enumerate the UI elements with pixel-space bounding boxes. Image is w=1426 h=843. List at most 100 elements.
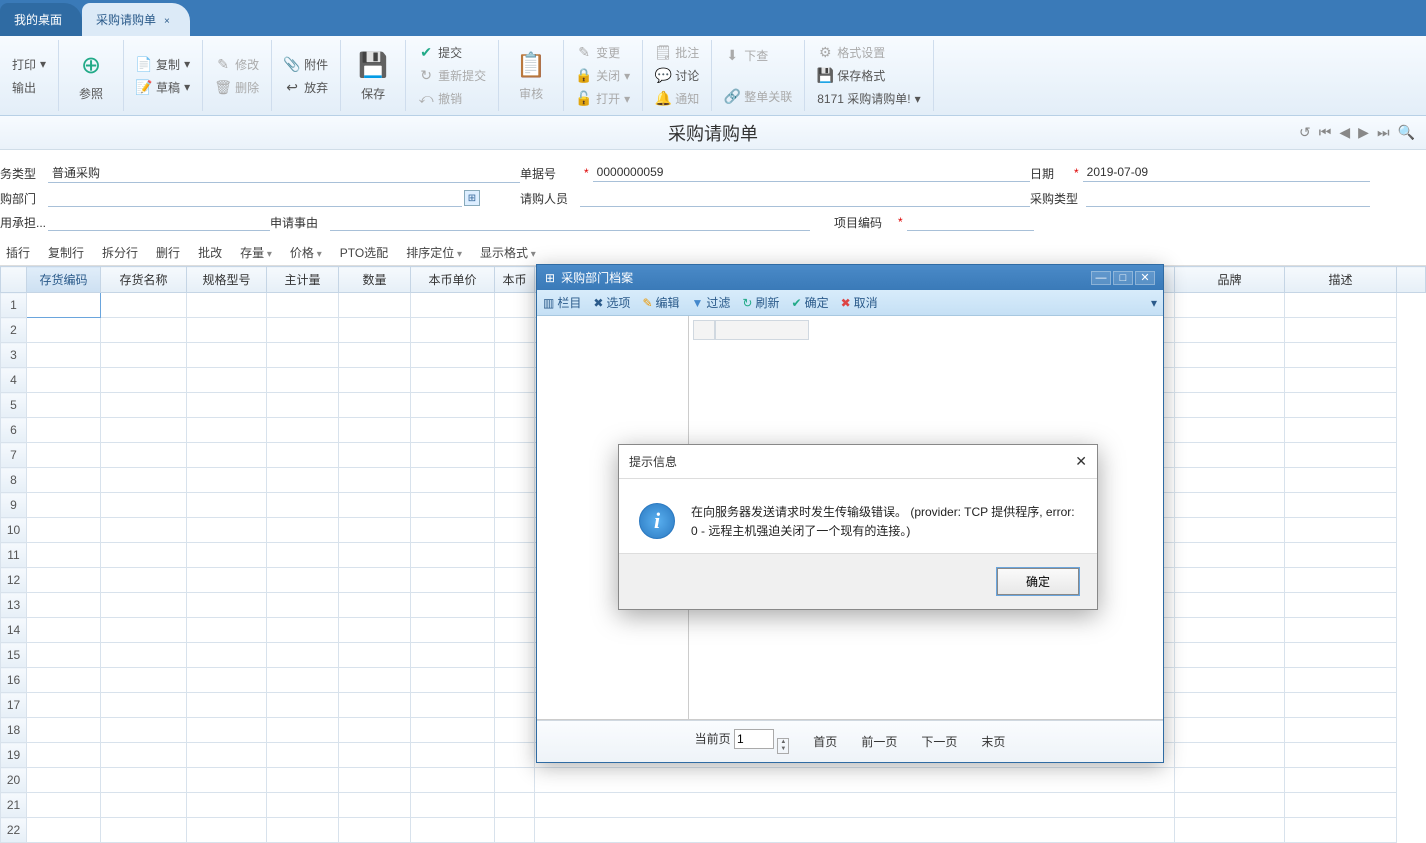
grid-cell[interactable] — [101, 343, 187, 368]
abandon-button[interactable]: ↩放弃 — [280, 77, 332, 98]
grid-cell[interactable] — [267, 293, 339, 318]
grid-cell[interactable] — [1175, 368, 1285, 393]
grid-cell[interactable] — [187, 493, 267, 518]
grid-cell[interactable] — [187, 668, 267, 693]
open-button[interactable]: 🔓打开 ▾ — [572, 88, 634, 109]
grid-cell[interactable] — [101, 393, 187, 418]
grid-header[interactable]: 存货名称 — [101, 267, 187, 293]
grid-cell[interactable] — [495, 743, 535, 768]
grid-cell[interactable] — [411, 493, 495, 518]
grid-cell[interactable] — [1285, 593, 1397, 618]
down-icon[interactable]: ▼ — [778, 746, 788, 753]
grid-cell[interactable] — [267, 593, 339, 618]
grid-cell[interactable] — [1175, 318, 1285, 343]
grid-cell[interactable] — [339, 343, 411, 368]
grid-cell[interactable] — [1175, 518, 1285, 543]
grid-cell[interactable] — [339, 768, 411, 793]
filter-button[interactable]: ▼过滤 — [692, 294, 731, 311]
grid-cell[interactable] — [411, 793, 495, 818]
grid-cell[interactable] — [411, 343, 495, 368]
related-button[interactable]: 🔗整单关联 — [720, 86, 796, 107]
grid-cell[interactable] — [339, 293, 411, 318]
table-row[interactable]: 20 — [1, 768, 1426, 793]
grid-cell[interactable] — [1285, 368, 1397, 393]
grid-cell[interactable] — [1175, 793, 1285, 818]
grid-cell[interactable] — [187, 443, 267, 468]
display-format-button[interactable]: 显示格式 — [480, 244, 536, 261]
grid-cell[interactable] — [27, 443, 101, 468]
grid-cell[interactable] — [411, 468, 495, 493]
grid-cell[interactable] — [267, 643, 339, 668]
edit-button[interactable]: ✎修改 — [211, 54, 263, 75]
grid-cell[interactable] — [495, 518, 535, 543]
close-icon[interactable]: ✕ — [1135, 271, 1155, 285]
columns-button[interactable]: ▥栏目 — [543, 294, 581, 311]
last-record-icon[interactable]: ⏭ — [1374, 124, 1393, 141]
grid-cell[interactable] — [27, 618, 101, 643]
grid-cell[interactable] — [339, 568, 411, 593]
grid-cell[interactable] — [187, 293, 267, 318]
grid-cell[interactable] — [411, 718, 495, 743]
grid-cell[interactable] — [27, 518, 101, 543]
grid-cell[interactable] — [495, 593, 535, 618]
batch-approve-button[interactable]: 🗒批注 — [651, 42, 703, 63]
grid-cell[interactable] — [267, 568, 339, 593]
grid-cell[interactable] — [1285, 443, 1397, 468]
insert-row-button[interactable]: 插行 — [6, 244, 30, 261]
grid-cell[interactable] — [1175, 718, 1285, 743]
grid-cell[interactable] — [27, 543, 101, 568]
grid-cell[interactable] — [411, 668, 495, 693]
archive-title-bar[interactable]: ⊞ 采购部门档案 — □ ✕ — [537, 265, 1163, 290]
grid-cell[interactable] — [1175, 818, 1285, 843]
reason-field[interactable] — [330, 213, 810, 231]
table-row[interactable]: 22 — [1, 818, 1426, 843]
requester-field[interactable] — [580, 189, 1030, 207]
grid-cell[interactable] — [535, 818, 1175, 843]
grid-cell[interactable] — [495, 818, 535, 843]
grid-cell[interactable] — [1175, 693, 1285, 718]
grid-cell[interactable] — [1285, 618, 1397, 643]
grid-cell[interactable] — [1285, 468, 1397, 493]
grid-cell[interactable] — [339, 393, 411, 418]
grid-cell[interactable] — [267, 518, 339, 543]
grid-cell[interactable] — [187, 543, 267, 568]
docno-field[interactable]: 0000000059 — [593, 164, 1030, 182]
grid-cell[interactable] — [27, 718, 101, 743]
grid-cell[interactable] — [27, 568, 101, 593]
grid-cell[interactable] — [1285, 318, 1397, 343]
expense-field[interactable] — [48, 213, 270, 231]
grid-cell[interactable] — [187, 793, 267, 818]
grid-cell[interactable] — [27, 368, 101, 393]
grid-cell[interactable] — [187, 368, 267, 393]
grid-cell[interactable] — [101, 543, 187, 568]
grid-cell[interactable] — [1285, 493, 1397, 518]
close-icon[interactable]: ✕ — [1075, 453, 1087, 470]
grid-cell[interactable] — [267, 318, 339, 343]
grid-cell[interactable] — [495, 443, 535, 468]
grid-cell[interactable] — [267, 718, 339, 743]
grid-cell[interactable] — [339, 593, 411, 618]
copy-row-button[interactable]: 复制行 — [48, 244, 84, 261]
tab-purchase-request[interactable]: 采购请购单× — [82, 3, 190, 36]
table-row[interactable]: 21 — [1, 793, 1426, 818]
grid-cell[interactable] — [411, 593, 495, 618]
grid-cell[interactable] — [411, 818, 495, 843]
grid-cell[interactable] — [187, 518, 267, 543]
options-button[interactable]: ✖选项 — [593, 294, 630, 311]
grid-cell[interactable] — [1285, 743, 1397, 768]
grid-cell[interactable] — [187, 693, 267, 718]
ok-button[interactable]: ✔确定 — [792, 294, 829, 311]
grid-cell[interactable] — [267, 443, 339, 468]
grid-cell[interactable] — [187, 568, 267, 593]
grid-cell[interactable] — [27, 693, 101, 718]
grid-header[interactable]: 主计量 — [267, 267, 339, 293]
grid-cell[interactable] — [535, 768, 1175, 793]
grid-cell[interactable] — [101, 468, 187, 493]
grid-cell[interactable] — [339, 668, 411, 693]
grid-cell[interactable] — [187, 418, 267, 443]
grid-cell[interactable] — [27, 818, 101, 843]
grid-cell[interactable] — [411, 368, 495, 393]
grid-cell[interactable] — [27, 318, 101, 343]
grid-cell[interactable] — [411, 618, 495, 643]
grid-cell[interactable] — [339, 368, 411, 393]
